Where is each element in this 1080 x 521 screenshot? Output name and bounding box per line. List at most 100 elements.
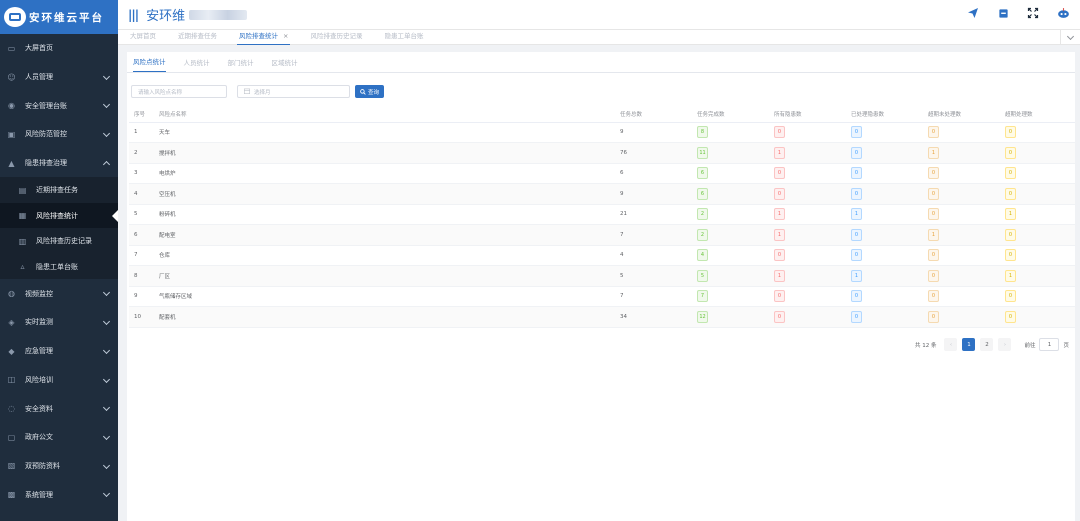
sidebar-item-risk[interactable]: ▣ 风险防范管控 (0, 120, 118, 149)
table-cell: 1 (923, 224, 1000, 246)
count-badge: 7 (697, 290, 708, 303)
count-badge: 1 (851, 208, 862, 221)
table-row[interactable]: 8 厂区 5 5 1 1 0 1 (129, 265, 1075, 287)
count-badge: 0 (1005, 249, 1016, 262)
page-button[interactable]: 1 (962, 338, 976, 351)
tab-3[interactable]: 风险排查历史记录 (308, 29, 364, 45)
sidebar-item-settings[interactable]: ▩ 系统管理 (0, 480, 118, 509)
logo[interactable]: 安环维云平台 (0, 0, 118, 34)
fullscreen-icon[interactable] (1026, 6, 1040, 20)
table-row[interactable]: 6 配电室 7 2 1 0 1 0 (129, 224, 1075, 246)
sidebar-item-stats[interactable]: ▦ 风险排查统计 (0, 202, 118, 229)
table-row[interactable]: 4 空压机 9 6 0 0 0 0 (129, 183, 1075, 205)
tabs-dropdown-toggle[interactable] (1060, 30, 1080, 45)
table-cell: 1 (1000, 265, 1075, 287)
monitor-icon: ◈ (8, 317, 15, 327)
page-unit: 页 (1063, 342, 1069, 349)
history-icon: ▥ (18, 236, 27, 246)
risk-point-name-input[interactable]: 请输入风险点名称 (131, 85, 227, 98)
table-cell: 7 (615, 286, 692, 307)
count-badge: 5 (697, 269, 708, 282)
goto-page-input[interactable]: 1 (1039, 338, 1060, 351)
table-cell: 0 (769, 183, 846, 205)
count-badge: 0 (1005, 167, 1016, 180)
tab-4[interactable]: 隐患工单台账 (382, 29, 425, 45)
sidebar-item-alert[interactable]: ▵ 隐患工单台账 (0, 254, 118, 280)
month-picker[interactable]: 选择月 (237, 85, 350, 98)
column-header: 所有隐患数 (769, 107, 846, 123)
top-header: ||| 安环维 (118, 0, 1080, 29)
robot-icon[interactable] (1056, 6, 1070, 20)
sidebar-item-info[interactable]: ◌ 安全资料 (0, 394, 118, 423)
table-row[interactable]: 2 搅拌机 76 11 1 0 1 0 (129, 142, 1075, 164)
sidebar-item-label: 应急管理 (25, 347, 53, 356)
table-cell: 0 (923, 306, 1000, 328)
sidebar-item-training[interactable]: ◫ 风险培训 (0, 366, 118, 395)
sidebar-item-warning[interactable]: ▲ 隐患排查治理 (0, 149, 118, 178)
table-header-row: 序号 风险点名称 任务总数 任务完成数 所有隐患数 已处理隐患数 超期未处理数 超期处理数 (129, 107, 1075, 123)
sidebar-item-task[interactable]: ▤ 近期排查任务 (0, 177, 118, 203)
table-cell: 11 (692, 142, 769, 164)
table-cell: 2 (692, 204, 769, 225)
count-badge: 1 (774, 228, 785, 241)
table-cell: 21 (615, 204, 692, 225)
next-page-button[interactable]: › (998, 338, 1012, 351)
subtab-1[interactable]: 人员统计 (184, 57, 210, 72)
table-cell: 0 (1000, 122, 1075, 143)
table-cell: 1 (769, 265, 846, 287)
sidebar-item-gov[interactable]: ▢ 政府公文 (0, 423, 118, 452)
info-icon: ◌ (8, 404, 15, 414)
risk-icon: ▣ (7, 129, 16, 139)
table-row[interactable]: 7 仓库 4 4 0 0 0 0 (129, 245, 1075, 266)
prev-page-button[interactable]: ‹ (944, 338, 958, 351)
tab-1[interactable]: 近期排查任务 (176, 29, 219, 45)
table-cell: 0 (846, 163, 923, 184)
table-body: 1 天车 9 8 0 0 0 0 2 搅拌机 76 11 1 0 1 0 3 电烘炉 6 6 0 0 0 0 4 空压机 9 6 0 0 0… (129, 122, 1075, 328)
hamburger-icon[interactable]: ||| (128, 8, 139, 22)
sidebar-item-screen[interactable]: ▭ 大屏首页 (0, 34, 118, 63)
main-content: 风险点统计 人员统计 部门统计 区域统计 请输入风险点名称 选择月 查询 序号 风险点名… (127, 52, 1075, 521)
sidebar-item-user[interactable]: ☺ 人员管理 (0, 63, 118, 92)
tab-2[interactable]: 风险排查统计 × (237, 29, 291, 45)
page-button[interactable]: 2 (980, 338, 994, 351)
sidebar-item-shield[interactable]: ◉ 安全管理台账 (0, 91, 118, 120)
chevron-down-icon (102, 72, 111, 80)
subtab-0[interactable]: 风险点统计 (133, 56, 166, 72)
sidebar-item-label: 政府公文 (25, 433, 53, 442)
query-button[interactable]: 查询 (355, 85, 384, 98)
table-cell: 0 (846, 142, 923, 164)
table-cell: 2 (692, 224, 769, 246)
subtab-2[interactable]: 部门统计 (228, 57, 254, 72)
chevron-down-icon (102, 318, 111, 326)
table-cell: 1 (846, 204, 923, 225)
table-cell: 4 (129, 183, 154, 205)
table-row[interactable]: 5 粉碎机 21 2 1 1 0 1 (129, 204, 1075, 225)
send-icon[interactable] (966, 6, 980, 20)
tab-0[interactable]: 大屏首页 (128, 29, 158, 45)
doc-icon[interactable] (996, 6, 1010, 20)
tab-label: 大屏首页 (130, 32, 156, 40)
column-header: 任务总数 (615, 107, 692, 123)
table-cell: 9 (615, 122, 692, 143)
table-cell: 6 (692, 183, 769, 205)
sidebar-item-folder[interactable]: ▧ 双预防资料 (0, 452, 118, 481)
table-row[interactable]: 10 配套机 34 12 0 0 0 0 (129, 306, 1075, 328)
video-icon: ◍ (8, 289, 15, 299)
table-row[interactable]: 9 气瓶储存区域 7 7 0 0 0 0 (129, 286, 1075, 307)
table-cell: 粉碎机 (154, 204, 615, 225)
alert-icon: ▵ (20, 262, 25, 272)
chevron-down-icon (1066, 32, 1075, 40)
table-cell: 2 (129, 142, 154, 164)
count-badge: 0 (774, 187, 785, 200)
table-row[interactable]: 1 天车 9 8 0 0 0 0 (129, 122, 1075, 143)
subtab-3[interactable]: 区域统计 (272, 57, 298, 72)
sidebar-item-monitor[interactable]: ◈ 实时监测 (0, 308, 118, 337)
screen-icon: ▭ (7, 43, 16, 53)
table-row[interactable]: 3 电烘炉 6 6 0 0 0 0 (129, 163, 1075, 184)
sidebar-item-history[interactable]: ▥ 风险排查历史记录 (0, 228, 118, 254)
table-cell: 配套机 (154, 306, 615, 328)
sidebar-item-video[interactable]: ◍ 视频监控 (0, 279, 118, 308)
count-badge: 0 (774, 249, 785, 262)
sidebar-item-emergency[interactable]: ◆ 应急管理 (0, 337, 118, 366)
close-icon[interactable]: × (283, 32, 288, 40)
